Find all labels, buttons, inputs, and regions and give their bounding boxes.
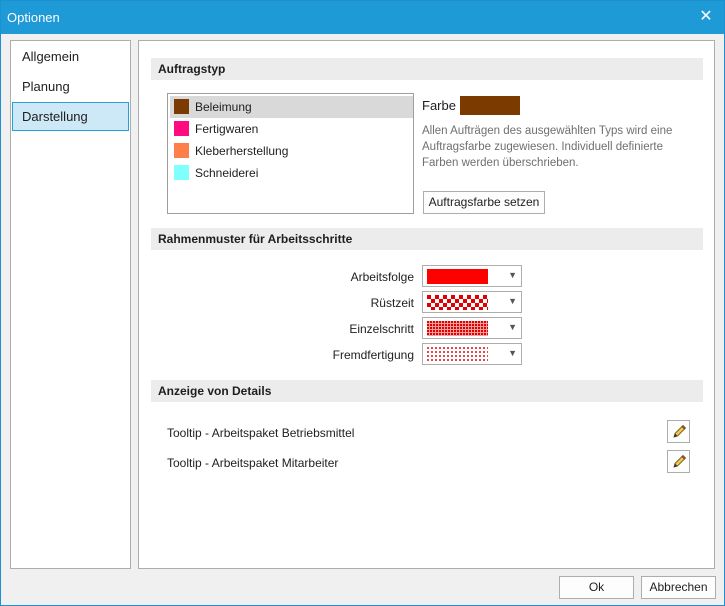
- chevron-down-icon: ▼: [508, 348, 517, 358]
- ok-button[interactable]: Ok: [559, 576, 634, 599]
- nav-item-planung[interactable]: Planung: [12, 72, 129, 101]
- list-item-label: Schneiderei: [195, 166, 259, 180]
- color-swatch: [174, 121, 189, 136]
- color-swatch: [174, 99, 189, 114]
- einzelschritt-pattern-select[interactable]: ▼: [422, 317, 522, 339]
- solid-pattern-swatch: [427, 269, 488, 284]
- edit-mitarbeiter-button[interactable]: [667, 450, 690, 473]
- title-bar: Optionen ✕: [1, 1, 724, 34]
- sparse-dots-pattern-swatch: [427, 347, 488, 362]
- ruestzeit-label: Rüstzeit: [370, 296, 414, 310]
- chevron-down-icon: ▼: [508, 322, 517, 332]
- pencil-icon: [673, 454, 687, 468]
- list-item-beleimung[interactable]: Beleimung: [170, 96, 413, 118]
- edit-betriebsmittel-button[interactable]: [667, 420, 690, 443]
- farbe-label: Farbe: [422, 98, 456, 113]
- set-auftragsfarbe-button[interactable]: Auftragsfarbe setzen: [423, 191, 545, 214]
- einzelschritt-label: Einzelschritt: [349, 322, 414, 336]
- cancel-button[interactable]: Abbrechen: [641, 576, 716, 599]
- options-nav: Allgemein Planung Darstellung: [10, 40, 131, 569]
- auftragsfarbe-description: Allen Aufträgen des ausgewählten Typs wi…: [422, 125, 673, 169]
- close-icon[interactable]: ✕: [696, 7, 716, 27]
- pencil-icon: [673, 424, 687, 438]
- options-dialog: Optionen ✕ Allgemein Planung Darstellung…: [0, 0, 725, 606]
- list-item-kleberherstellung[interactable]: Kleberherstellung: [170, 140, 413, 162]
- section-header-auftragstyp: Auftragstyp: [151, 58, 703, 80]
- arbeitsfolge-label: Arbeitsfolge: [350, 270, 414, 284]
- color-swatch: [174, 165, 189, 180]
- list-item-label: Kleberherstellung: [195, 144, 289, 158]
- farbe-color-swatch[interactable]: [460, 96, 520, 115]
- dense-dots-pattern-swatch: [427, 321, 488, 336]
- list-item-label: Beleimung: [195, 100, 252, 114]
- ruestzeit-pattern-select[interactable]: ▼: [422, 291, 522, 313]
- chevron-down-icon: ▼: [508, 296, 517, 306]
- checker-pattern-swatch: [427, 295, 488, 310]
- list-item-schneiderei[interactable]: Schneiderei: [170, 162, 413, 184]
- chevron-down-icon: ▼: [508, 270, 517, 280]
- detail-label-mitarbeiter: Tooltip - Arbeitspaket Mitarbeiter: [167, 456, 339, 470]
- list-item-label: Fertigwaren: [195, 122, 259, 136]
- content-panel: Auftragstyp Beleimung Fertigwaren Kleber…: [138, 40, 715, 569]
- arbeitsfolge-pattern-select[interactable]: ▼: [422, 265, 522, 287]
- list-item-fertigwaren[interactable]: Fertigwaren: [170, 118, 413, 140]
- detail-label-betriebsmittel: Tooltip - Arbeitspaket Betriebsmittel: [167, 426, 355, 440]
- nav-item-allgemein[interactable]: Allgemein: [12, 42, 129, 71]
- color-swatch: [174, 143, 189, 158]
- section-header-details: Anzeige von Details: [151, 380, 703, 402]
- section-header-rahmenmuster: Rahmenmuster für Arbeitsschritte: [151, 228, 703, 250]
- nav-item-darstellung[interactable]: Darstellung: [12, 102, 129, 131]
- fremdfertigung-pattern-select[interactable]: ▼: [422, 343, 522, 365]
- fremdfertigung-label: Fremdfertigung: [332, 348, 414, 362]
- auftragstyp-list[interactable]: Beleimung Fertigwaren Kleberherstellung …: [167, 93, 414, 214]
- window-title: Optionen: [7, 10, 60, 25]
